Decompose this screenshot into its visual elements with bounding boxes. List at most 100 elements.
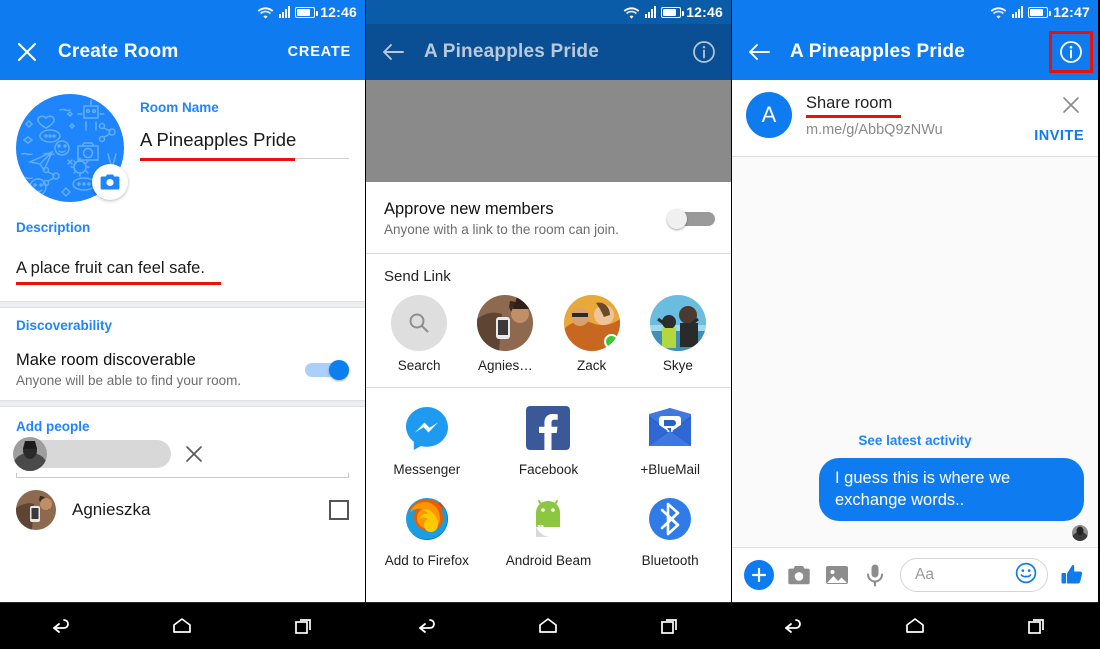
screen-body: A Share room m.me/g/AbbQ9zNWu INVITE See… <box>732 80 1098 602</box>
create-button[interactable]: CREATE <box>288 44 351 60</box>
description-value[interactable]: A place fruit can feel safe. <box>16 259 349 278</box>
approve-new-members-row[interactable]: Approve new members Anyone with a link t… <box>366 182 731 253</box>
contact-name: Skye <box>662 358 693 373</box>
discoverable-subtitle: Anyone will be able to find your room. <box>16 373 242 388</box>
recipient-chip[interactable] <box>13 437 171 471</box>
page-title: Create Room <box>58 41 179 62</box>
plus-icon[interactable] <box>744 560 774 590</box>
make-room-discoverable-row[interactable]: Make room discoverable Anyone will be ab… <box>0 347 365 400</box>
screenshot-root: 12:46 Create Room CREATE Room Name A Pin… <box>0 0 1100 649</box>
page-title: A Pineapples Pride <box>790 41 966 62</box>
contact-skye[interactable]: Skye <box>635 295 721 373</box>
camera-icon[interactable] <box>786 562 812 588</box>
room-avatar[interactable] <box>16 94 128 202</box>
gallery-icon[interactable] <box>824 562 850 588</box>
app-bluemail[interactable]: +BlueMail <box>609 404 731 477</box>
message-input-placeholder: Aa <box>915 566 934 583</box>
app-name: Android Beam <box>505 553 592 568</box>
section-divider <box>0 301 365 308</box>
share-title: Share room <box>806 94 893 112</box>
microphone-icon[interactable] <box>862 562 888 588</box>
contact-name: Agnies… <box>477 358 533 373</box>
close-icon[interactable] <box>1058 92 1084 118</box>
avatar <box>477 295 534 351</box>
invite-button[interactable]: INVITE <box>1034 128 1084 144</box>
online-status-dot <box>603 334 619 349</box>
recipient-input-row[interactable] <box>0 437 365 471</box>
status-time: 12:46 <box>686 4 723 20</box>
app-messenger[interactable]: Messenger <box>366 404 488 477</box>
avatar-letter: A <box>761 102 777 127</box>
status-bar: 12:46 <box>366 0 731 24</box>
thumbs-up-icon[interactable] <box>1060 562 1086 588</box>
share-url: m.me/g/AbbQ9zNWu <box>806 122 943 138</box>
back-icon[interactable] <box>771 611 815 641</box>
status-bar: 12:47 <box>732 0 1098 24</box>
screen-body: Room Name A Pineapples Pride Description… <box>0 80 365 602</box>
room-avatar: A <box>746 92 792 138</box>
discoverability-section: Discoverability Make room discoverable A… <box>0 308 365 400</box>
recents-icon[interactable] <box>282 611 326 641</box>
status-time: 12:46 <box>320 4 357 20</box>
messenger-icon <box>403 404 451 452</box>
signal-icon <box>1012 6 1024 18</box>
app-name: Facebook <box>518 462 579 477</box>
recents-icon[interactable] <box>648 611 692 641</box>
app-facebook[interactable]: Facebook <box>488 404 610 477</box>
camera-icon[interactable] <box>92 164 128 200</box>
share-room-banner: A Share room m.me/g/AbbQ9zNWu INVITE <box>732 80 1098 156</box>
apps-grid: Messenger Facebook +BlueMail Add to Fire… <box>366 388 731 574</box>
annotation-underline-room-name <box>140 158 295 161</box>
add-people-section: Add people Agnieszka <box>0 407 365 530</box>
info-icon[interactable] <box>691 39 717 65</box>
dimmed-overlay[interactable] <box>366 80 731 182</box>
app-name: +BlueMail <box>640 462 700 477</box>
home-icon[interactable] <box>526 611 570 641</box>
discoverable-title: Make room discoverable <box>16 351 196 369</box>
contact-name: Search <box>397 358 441 373</box>
phone-screen-create-room: 12:46 Create Room CREATE Room Name A Pin… <box>0 0 366 649</box>
signal-icon <box>279 6 291 18</box>
back-arrow-icon[interactable] <box>380 39 406 65</box>
app-firefox[interactable]: Add to Firefox <box>366 495 488 568</box>
status-time: 12:47 <box>1053 4 1090 20</box>
approve-toggle[interactable] <box>667 208 715 229</box>
room-name-value[interactable]: A Pineapples Pride <box>140 129 349 155</box>
avatar <box>649 295 706 351</box>
recents-icon[interactable] <box>1015 611 1059 641</box>
contact-agnieszka[interactable]: Agnies… <box>462 295 548 373</box>
share-title-wrap: Share room <box>806 94 1020 118</box>
info-icon[interactable] <box>1049 31 1093 73</box>
wifi-icon <box>257 6 274 19</box>
back-icon[interactable] <box>39 611 83 641</box>
section-divider-2 <box>0 400 365 407</box>
signal-icon <box>645 6 657 18</box>
annotation-underline-share-room <box>806 115 901 118</box>
share-info: Share room m.me/g/AbbQ9zNWu <box>806 92 1020 138</box>
contact-zack[interactable]: Zack <box>549 295 635 373</box>
android-nav-bar <box>732 602 1098 649</box>
add-people-label: Add people <box>16 419 90 434</box>
discoverable-toggle[interactable] <box>301 359 349 380</box>
list-item[interactable]: Agnieszka <box>0 478 365 530</box>
back-icon[interactable] <box>405 611 449 641</box>
discoverability-label: Discoverability <box>16 318 113 333</box>
close-icon[interactable] <box>14 39 40 65</box>
emoji-icon[interactable] <box>1015 562 1037 589</box>
search-icon <box>391 295 448 351</box>
back-arrow-icon[interactable] <box>746 39 772 65</box>
person-checkbox[interactable] <box>329 500 349 520</box>
message-input[interactable]: Aa <box>900 558 1048 592</box>
app-android-beam[interactable]: Android Beam <box>488 495 610 568</box>
room-name-field[interactable]: Room Name A Pineapples Pride <box>140 94 349 202</box>
home-icon[interactable] <box>160 611 204 641</box>
message-bubble[interactable]: I guess this is where we exchange words.… <box>819 458 1084 521</box>
status-bar: 12:46 <box>0 0 365 24</box>
home-icon[interactable] <box>893 611 937 641</box>
firefox-icon <box>403 495 451 543</box>
app-bluetooth[interactable]: Bluetooth <box>609 495 731 568</box>
clear-recipients-icon[interactable] <box>181 441 207 467</box>
seen-indicator <box>732 521 1098 541</box>
contact-search[interactable]: Search <box>376 295 462 373</box>
see-latest-activity-link[interactable]: See latest activity <box>732 425 1098 458</box>
